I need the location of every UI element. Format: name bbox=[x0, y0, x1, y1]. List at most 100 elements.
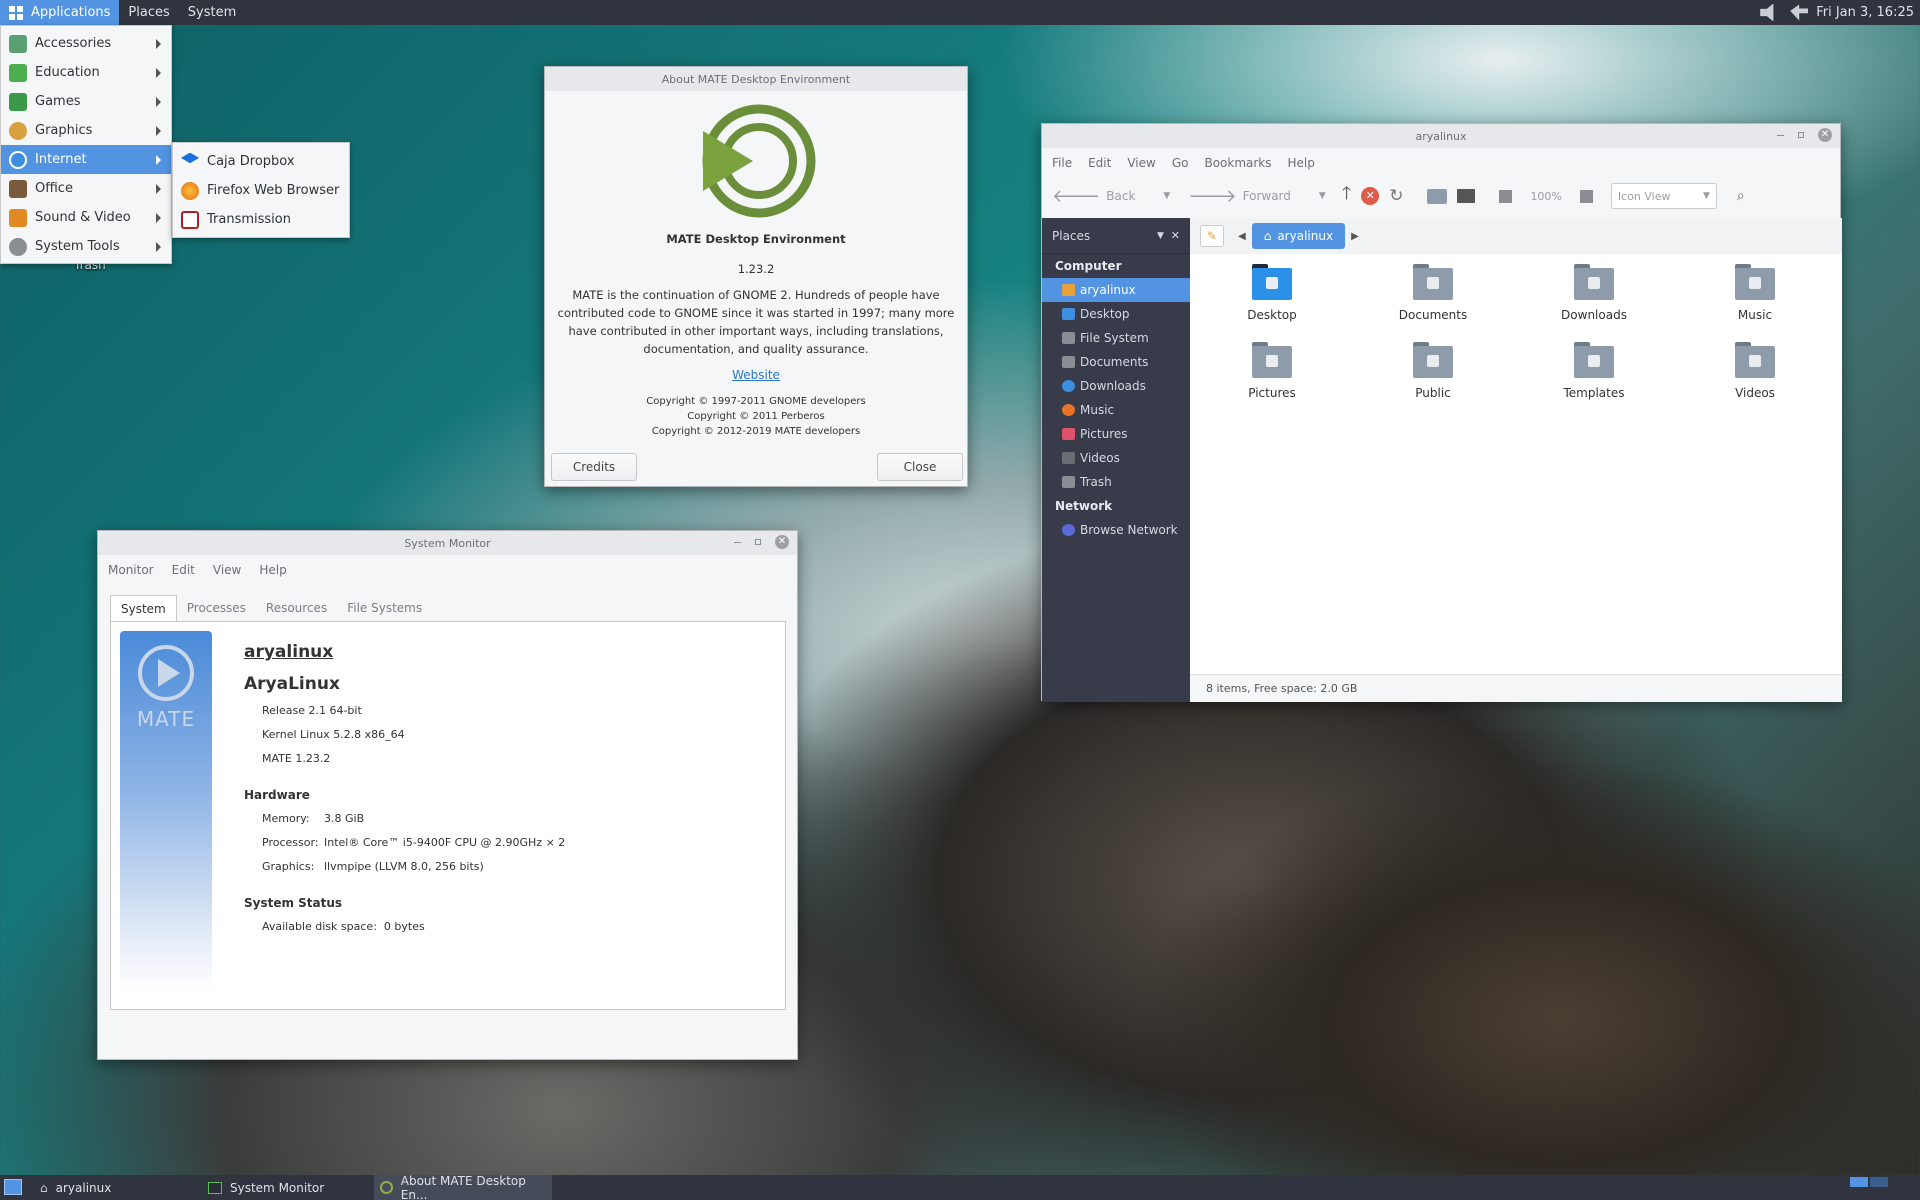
minimize-icon[interactable] bbox=[734, 541, 741, 543]
menu-view[interactable]: View bbox=[213, 563, 241, 577]
menu-item-graphics[interactable]: Graphics bbox=[1, 116, 171, 145]
dropdown-icon[interactable]: ▼ bbox=[1157, 231, 1164, 241]
system-menu-button[interactable]: System bbox=[179, 0, 245, 25]
close-icon[interactable]: ✕ bbox=[775, 535, 789, 549]
menu-item-internet[interactable]: Internet bbox=[1, 145, 171, 174]
menu-item-firefox[interactable]: Firefox Web Browser bbox=[173, 176, 349, 205]
file-item-music[interactable]: Music bbox=[1695, 264, 1815, 322]
sysmon-titlebar[interactable]: System Monitor ✕ bbox=[98, 531, 797, 555]
places-menu-button[interactable]: Places bbox=[119, 0, 178, 25]
volume-icon[interactable] bbox=[1760, 3, 1774, 22]
system-panel: MATE aryalinux AryaLinux Release 2.1 64-… bbox=[110, 621, 786, 1010]
menu-item-education[interactable]: Education bbox=[1, 58, 171, 87]
path-left-arrow-icon[interactable]: ◀ bbox=[1238, 231, 1246, 242]
close-button[interactable]: Close bbox=[877, 453, 963, 481]
zoom-in-icon[interactable] bbox=[1579, 189, 1593, 203]
hostname[interactable]: aryalinux bbox=[244, 642, 333, 662]
menu-file[interactable]: File bbox=[1052, 156, 1072, 170]
taskbar-item-system-monitor[interactable]: System Monitor bbox=[202, 1175, 370, 1200]
menu-edit[interactable]: Edit bbox=[172, 563, 195, 577]
show-desktop-icon[interactable] bbox=[4, 1179, 22, 1195]
menu-item-label: Transmission bbox=[207, 212, 291, 227]
file-item-templates[interactable]: Templates bbox=[1534, 342, 1654, 400]
sidebar-item-trash[interactable]: Trash bbox=[1042, 470, 1190, 494]
sidebar-item-file-system[interactable]: File System bbox=[1042, 326, 1190, 350]
sidebar-item-browse-network[interactable]: Browse Network bbox=[1042, 518, 1190, 542]
places-selector[interactable]: Places bbox=[1052, 229, 1090, 243]
back-button[interactable]: 🡐 Back ▼ bbox=[1052, 186, 1170, 207]
tab-system[interactable]: System bbox=[110, 595, 177, 621]
menu-item-games[interactable]: Games bbox=[1, 87, 171, 116]
menu-view[interactable]: View bbox=[1127, 156, 1155, 170]
about-titlebar[interactable]: About MATE Desktop Environment bbox=[545, 67, 967, 91]
file-item-pictures[interactable]: Pictures bbox=[1212, 342, 1332, 400]
menu-item-accessories[interactable]: Accessories bbox=[1, 29, 171, 58]
menu-item-system-tools[interactable]: System Tools bbox=[1, 232, 171, 261]
zoom-out-icon[interactable] bbox=[1499, 189, 1513, 203]
menu-monitor[interactable]: Monitor bbox=[108, 563, 154, 577]
view-mode-select[interactable]: Icon View ▼ bbox=[1610, 183, 1717, 209]
website-link[interactable]: Website bbox=[732, 368, 780, 382]
sidebar-item-desktop[interactable]: Desktop bbox=[1042, 302, 1190, 326]
forward-button[interactable]: 🡒 Forward ▼ bbox=[1188, 186, 1325, 207]
menu-go[interactable]: Go bbox=[1172, 156, 1189, 170]
tab-resources[interactable]: Resources bbox=[256, 595, 337, 621]
file-item-documents[interactable]: Documents bbox=[1373, 264, 1493, 322]
sidebar-item-aryalinux[interactable]: aryalinux bbox=[1042, 278, 1190, 302]
dropdown-icon: ▼ bbox=[1318, 191, 1326, 201]
file-item-public[interactable]: Public bbox=[1373, 342, 1493, 400]
taskbar-item-about-mate[interactable]: About MATE Desktop En... bbox=[374, 1174, 552, 1200]
path-bar: ✎ ◀ ⌂ aryalinux ▶ bbox=[1190, 218, 1842, 254]
workspace-switcher[interactable] bbox=[1850, 1177, 1888, 1187]
sidebar-item-music[interactable]: Music bbox=[1042, 398, 1190, 422]
applications-menu-button[interactable]: Applications bbox=[0, 0, 120, 25]
caja-titlebar[interactable]: aryalinux ✕ bbox=[1042, 124, 1840, 148]
sidebar-item-documents[interactable]: Documents bbox=[1042, 350, 1190, 374]
menu-item-sound-video[interactable]: Sound & Video bbox=[1, 203, 171, 232]
workspace-2[interactable] bbox=[1870, 1177, 1888, 1187]
minimize-icon[interactable] bbox=[1777, 134, 1784, 136]
path-right-arrow-icon[interactable]: ▶ bbox=[1351, 231, 1359, 242]
menu-edit[interactable]: Edit bbox=[1088, 156, 1111, 170]
computer-icon[interactable] bbox=[1457, 189, 1476, 203]
sidebar-item-label: Trash bbox=[1080, 475, 1112, 489]
workspace-1[interactable] bbox=[1850, 1177, 1868, 1187]
menu-item-transmission[interactable]: Transmission bbox=[173, 205, 349, 234]
tab-processes[interactable]: Processes bbox=[177, 595, 256, 621]
menu-help[interactable]: Help bbox=[259, 563, 286, 577]
credits-button[interactable]: Credits bbox=[551, 453, 637, 481]
taskbar-item-aryalinux[interactable]: ⌂ aryalinux bbox=[34, 1175, 194, 1200]
menu-item-office[interactable]: Office bbox=[1, 174, 171, 203]
music-folder-icon bbox=[1735, 264, 1775, 300]
about-dialog: About MATE Desktop Environment MATE Desk… bbox=[544, 66, 968, 487]
reload-icon[interactable]: ↻ bbox=[1389, 186, 1403, 206]
sidebar-item-downloads[interactable]: Downloads bbox=[1042, 374, 1190, 398]
close-icon[interactable]: ✕ bbox=[1818, 128, 1832, 142]
menu-item-caja-dropbox[interactable]: Caja Dropbox bbox=[173, 147, 349, 176]
maximize-icon[interactable] bbox=[1798, 132, 1804, 138]
disk-space-label: Available disk space: bbox=[262, 920, 377, 933]
maximize-icon[interactable] bbox=[755, 539, 761, 545]
tab-file-systems[interactable]: File Systems bbox=[337, 595, 432, 621]
sidebar-item-videos[interactable]: Videos bbox=[1042, 446, 1190, 470]
network-icon[interactable] bbox=[1790, 4, 1809, 21]
file-item-videos[interactable]: Videos bbox=[1695, 342, 1815, 400]
bottom-panel: ⌂ aryalinux System Monitor About MATE Des… bbox=[0, 1174, 1920, 1200]
clock[interactable]: Fri Jan 3, 16:25 bbox=[1816, 5, 1914, 20]
up-icon[interactable]: 🡑 bbox=[1342, 181, 1351, 211]
home-folder-icon[interactable] bbox=[1427, 188, 1448, 204]
menu-bookmarks[interactable]: Bookmarks bbox=[1204, 156, 1271, 170]
banner-text: MATE bbox=[136, 707, 196, 731]
search-icon[interactable]: ⌕ bbox=[1737, 188, 1745, 204]
path-segment-home[interactable]: ⌂ aryalinux bbox=[1251, 223, 1346, 249]
mate-version: MATE 1.23.2 bbox=[262, 752, 331, 765]
stop-icon[interactable]: ✕ bbox=[1361, 187, 1380, 205]
edit-location-icon[interactable]: ✎ bbox=[1200, 225, 1224, 247]
forward-label: Forward bbox=[1242, 189, 1291, 203]
close-sidebar-icon[interactable]: ✕ bbox=[1171, 229, 1180, 242]
menu-help[interactable]: Help bbox=[1288, 156, 1315, 170]
pictures-folder-icon bbox=[1252, 342, 1292, 378]
file-item-desktop[interactable]: Desktop bbox=[1212, 264, 1332, 322]
sidebar-item-pictures[interactable]: Pictures bbox=[1042, 422, 1190, 446]
file-item-downloads[interactable]: Downloads bbox=[1534, 264, 1654, 322]
